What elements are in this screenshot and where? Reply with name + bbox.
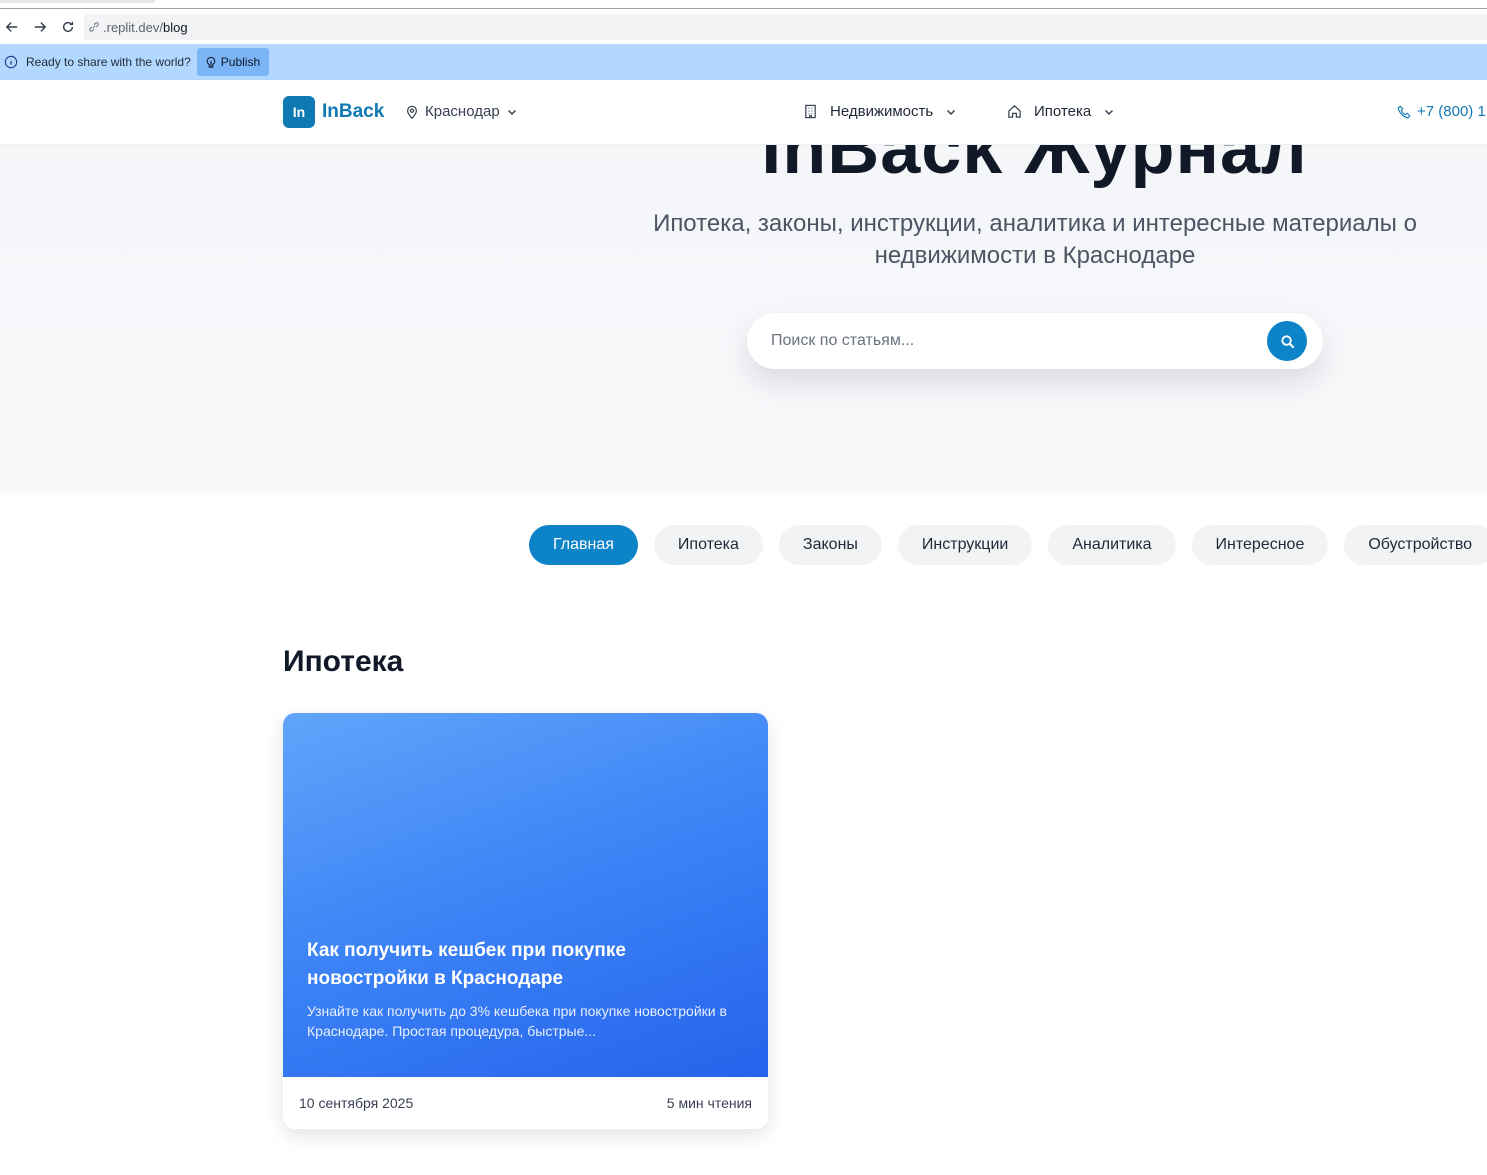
- home-icon: [1008, 105, 1021, 118]
- browser-tab[interactable]: [0, 0, 155, 3]
- browser-top-bar: [0, 0, 1487, 9]
- menu-item-label: Недвижимость: [830, 103, 934, 120]
- reload-button[interactable]: [58, 17, 78, 37]
- logo-text: InBack: [322, 101, 385, 122]
- publish-banner: Ready to share with the world? Publish: [0, 44, 1487, 80]
- menu-item-mortgage[interactable]: Ипотека: [1007, 103, 1115, 120]
- publish-button[interactable]: Publish: [196, 48, 270, 76]
- arrow-left-icon: [5, 22, 18, 32]
- city-selector[interactable]: Краснодар: [405, 103, 518, 120]
- publish-icon: [206, 56, 215, 68]
- link-icon: [89, 22, 99, 32]
- forward-button[interactable]: [30, 17, 50, 37]
- address-bar[interactable]: .replit.dev/blog: [84, 14, 1487, 40]
- logo-badge: In: [283, 96, 315, 128]
- location-pin-icon: [407, 105, 417, 119]
- section-title: Ипотека: [283, 645, 404, 678]
- banner-text: Ready to share with the world?: [26, 55, 191, 69]
- chevron-down-icon: [1105, 109, 1114, 115]
- tab-analytics[interactable]: Аналитика: [1048, 525, 1176, 565]
- city-label: Краснодар: [425, 103, 500, 120]
- tab-instructions[interactable]: Инструкции: [897, 525, 1033, 565]
- chevron-down-icon: [507, 109, 516, 115]
- chevron-down-icon: [947, 109, 956, 115]
- search-input[interactable]: [771, 313, 1251, 369]
- arrow-right-icon: [34, 22, 47, 32]
- menu-item-label: Ипотека: [1034, 103, 1092, 120]
- menu-item-realestate[interactable]: Недвижимость: [803, 103, 957, 120]
- article-cover: Как получить кешбек при покупке новостро…: [283, 713, 768, 1077]
- tab-home[interactable]: Главная: [529, 525, 638, 565]
- logo[interactable]: In InBack: [283, 96, 384, 128]
- article-date: 10 сентября 2025: [299, 1095, 414, 1111]
- site-header: In InBack Краснодар Недвижимость Ипотека…: [0, 80, 1487, 145]
- tab-mortgage[interactable]: Ипотека: [653, 525, 763, 565]
- article-read-time: 5 мин чтения: [666, 1095, 752, 1111]
- phone-number: +7 (800) 1: [1417, 103, 1486, 120]
- tab-arrangement[interactable]: Обустройство: [1344, 525, 1487, 565]
- phone-link[interactable]: +7 (800) 1: [1397, 103, 1486, 120]
- url-host: .replit.dev/: [103, 19, 163, 35]
- building-icon: [805, 104, 816, 119]
- article-excerpt: Узнайте как получить до 3% кешбека при п…: [307, 1003, 727, 1039]
- category-tabs: Главная Ипотека Законы Инструкции Аналит…: [529, 525, 1487, 565]
- phone-icon: [1397, 105, 1411, 118]
- tab-interesting[interactable]: Интересное: [1191, 525, 1329, 565]
- search-box: [747, 313, 1323, 369]
- hero-subtitle: Ипотека, законы, инструкции, аналитика и…: [653, 210, 1417, 269]
- article-meta: 10 сентября 2025 5 мин чтения: [283, 1077, 768, 1129]
- reload-icon: [62, 21, 74, 33]
- search-icon: [1280, 334, 1294, 348]
- back-button[interactable]: [2, 17, 22, 37]
- url-path: blog: [162, 19, 188, 35]
- browser-toolbar: .replit.dev/blog: [0, 10, 1487, 44]
- article-title[interactable]: Как получить кешбек при покупке новостро…: [307, 937, 747, 993]
- publish-label: Publish: [220, 55, 261, 69]
- search-button[interactable]: [1267, 321, 1307, 361]
- article-card[interactable]: Как получить кешбек при покупке новостро…: [283, 713, 768, 1129]
- tab-laws[interactable]: Законы: [778, 525, 882, 565]
- info-icon: [3, 54, 19, 70]
